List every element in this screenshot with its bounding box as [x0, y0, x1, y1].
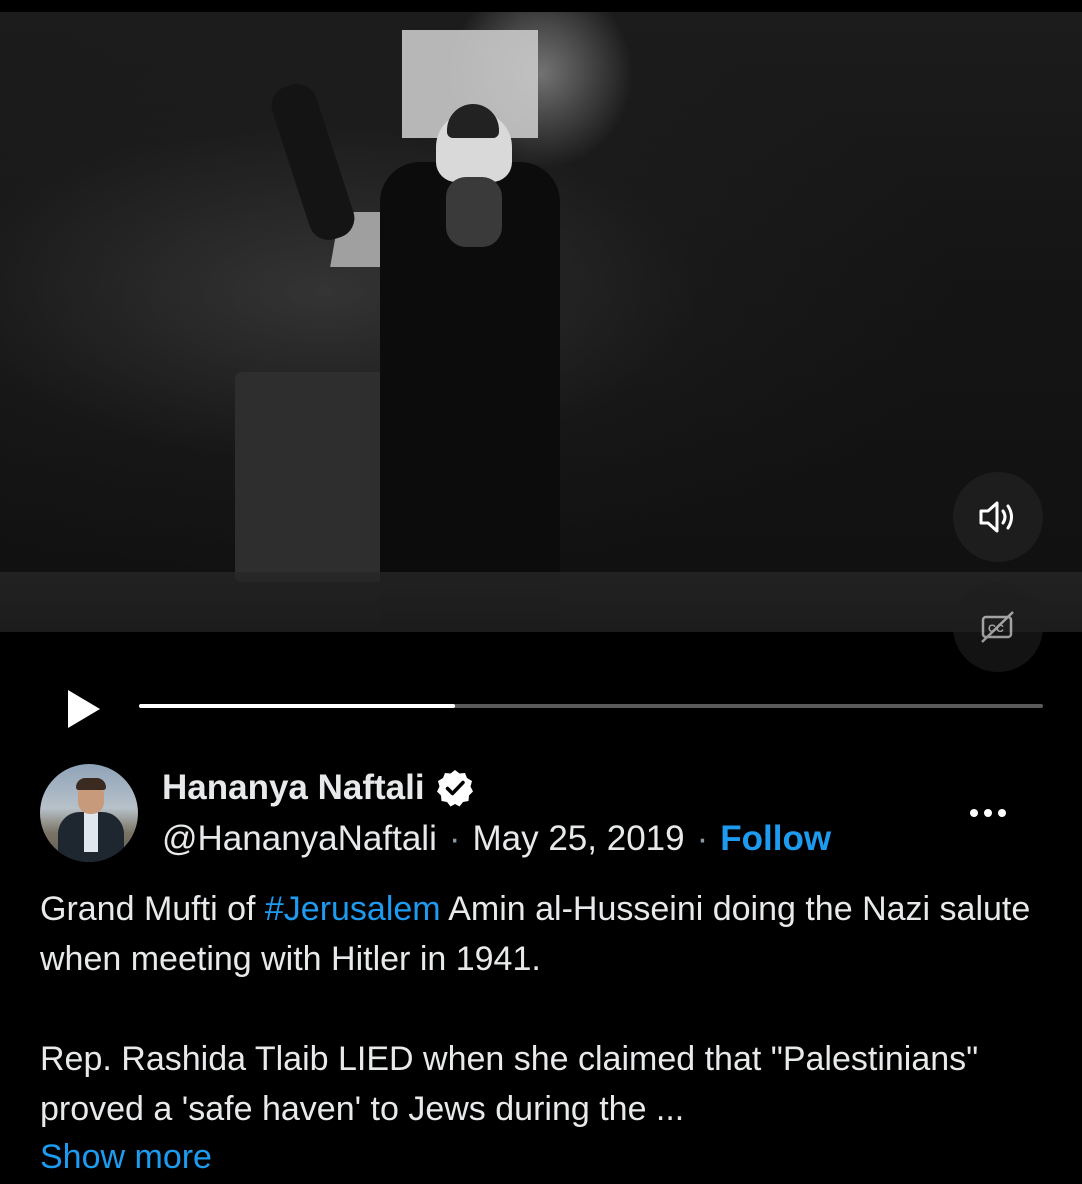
avatar-hair	[76, 778, 106, 790]
hashtag-link[interactable]: #Jerusalem	[265, 890, 441, 928]
video-frame-face	[446, 177, 502, 247]
avatar[interactable]	[40, 764, 138, 862]
video-frame-arm	[266, 78, 360, 246]
author-name-row: Hananya Naftali	[162, 766, 475, 810]
video-progress-bar[interactable]	[139, 704, 1043, 708]
post-date[interactable]: May 25, 2019	[473, 819, 685, 859]
meta-separator-2: ·	[696, 819, 709, 858]
author-name[interactable]: Hananya Naftali	[162, 768, 425, 808]
video-progress-fill	[139, 704, 456, 708]
author-meta-row: @HananyaNaftali · May 25, 2019 · Follow	[162, 816, 831, 862]
video-player[interactable]	[0, 12, 1082, 632]
more-options-button[interactable]	[963, 796, 1013, 830]
video-frame-chair	[235, 372, 385, 582]
captions-button[interactable]: CC	[953, 582, 1043, 672]
more-options-icon	[970, 809, 1006, 817]
show-more-link[interactable]: Show more	[40, 1132, 212, 1182]
tweet-text-line1-pre: Grand Mufti of	[40, 890, 265, 928]
verified-badge-icon	[436, 770, 473, 807]
volume-icon	[979, 501, 1013, 533]
author-handle[interactable]: @HananyaNaftali	[162, 819, 437, 859]
play-icon	[68, 690, 100, 728]
avatar-shirt	[84, 812, 98, 852]
play-button[interactable]	[60, 686, 106, 732]
closed-captions-icon: CC	[981, 611, 1014, 643]
video-frame-floor	[0, 572, 1082, 632]
follow-button[interactable]: Follow	[720, 819, 831, 859]
video-controls	[0, 680, 1082, 732]
tweet-paragraph-2: Rep. Rashida Tlaib LIED when she claimed…	[40, 1040, 979, 1128]
meta-separator: ·	[448, 819, 461, 858]
tweet-paragraph-1: Grand Mufti of #Jerusalem Amin al-Hussei…	[40, 884, 1050, 984]
mute-button[interactable]	[953, 472, 1043, 562]
